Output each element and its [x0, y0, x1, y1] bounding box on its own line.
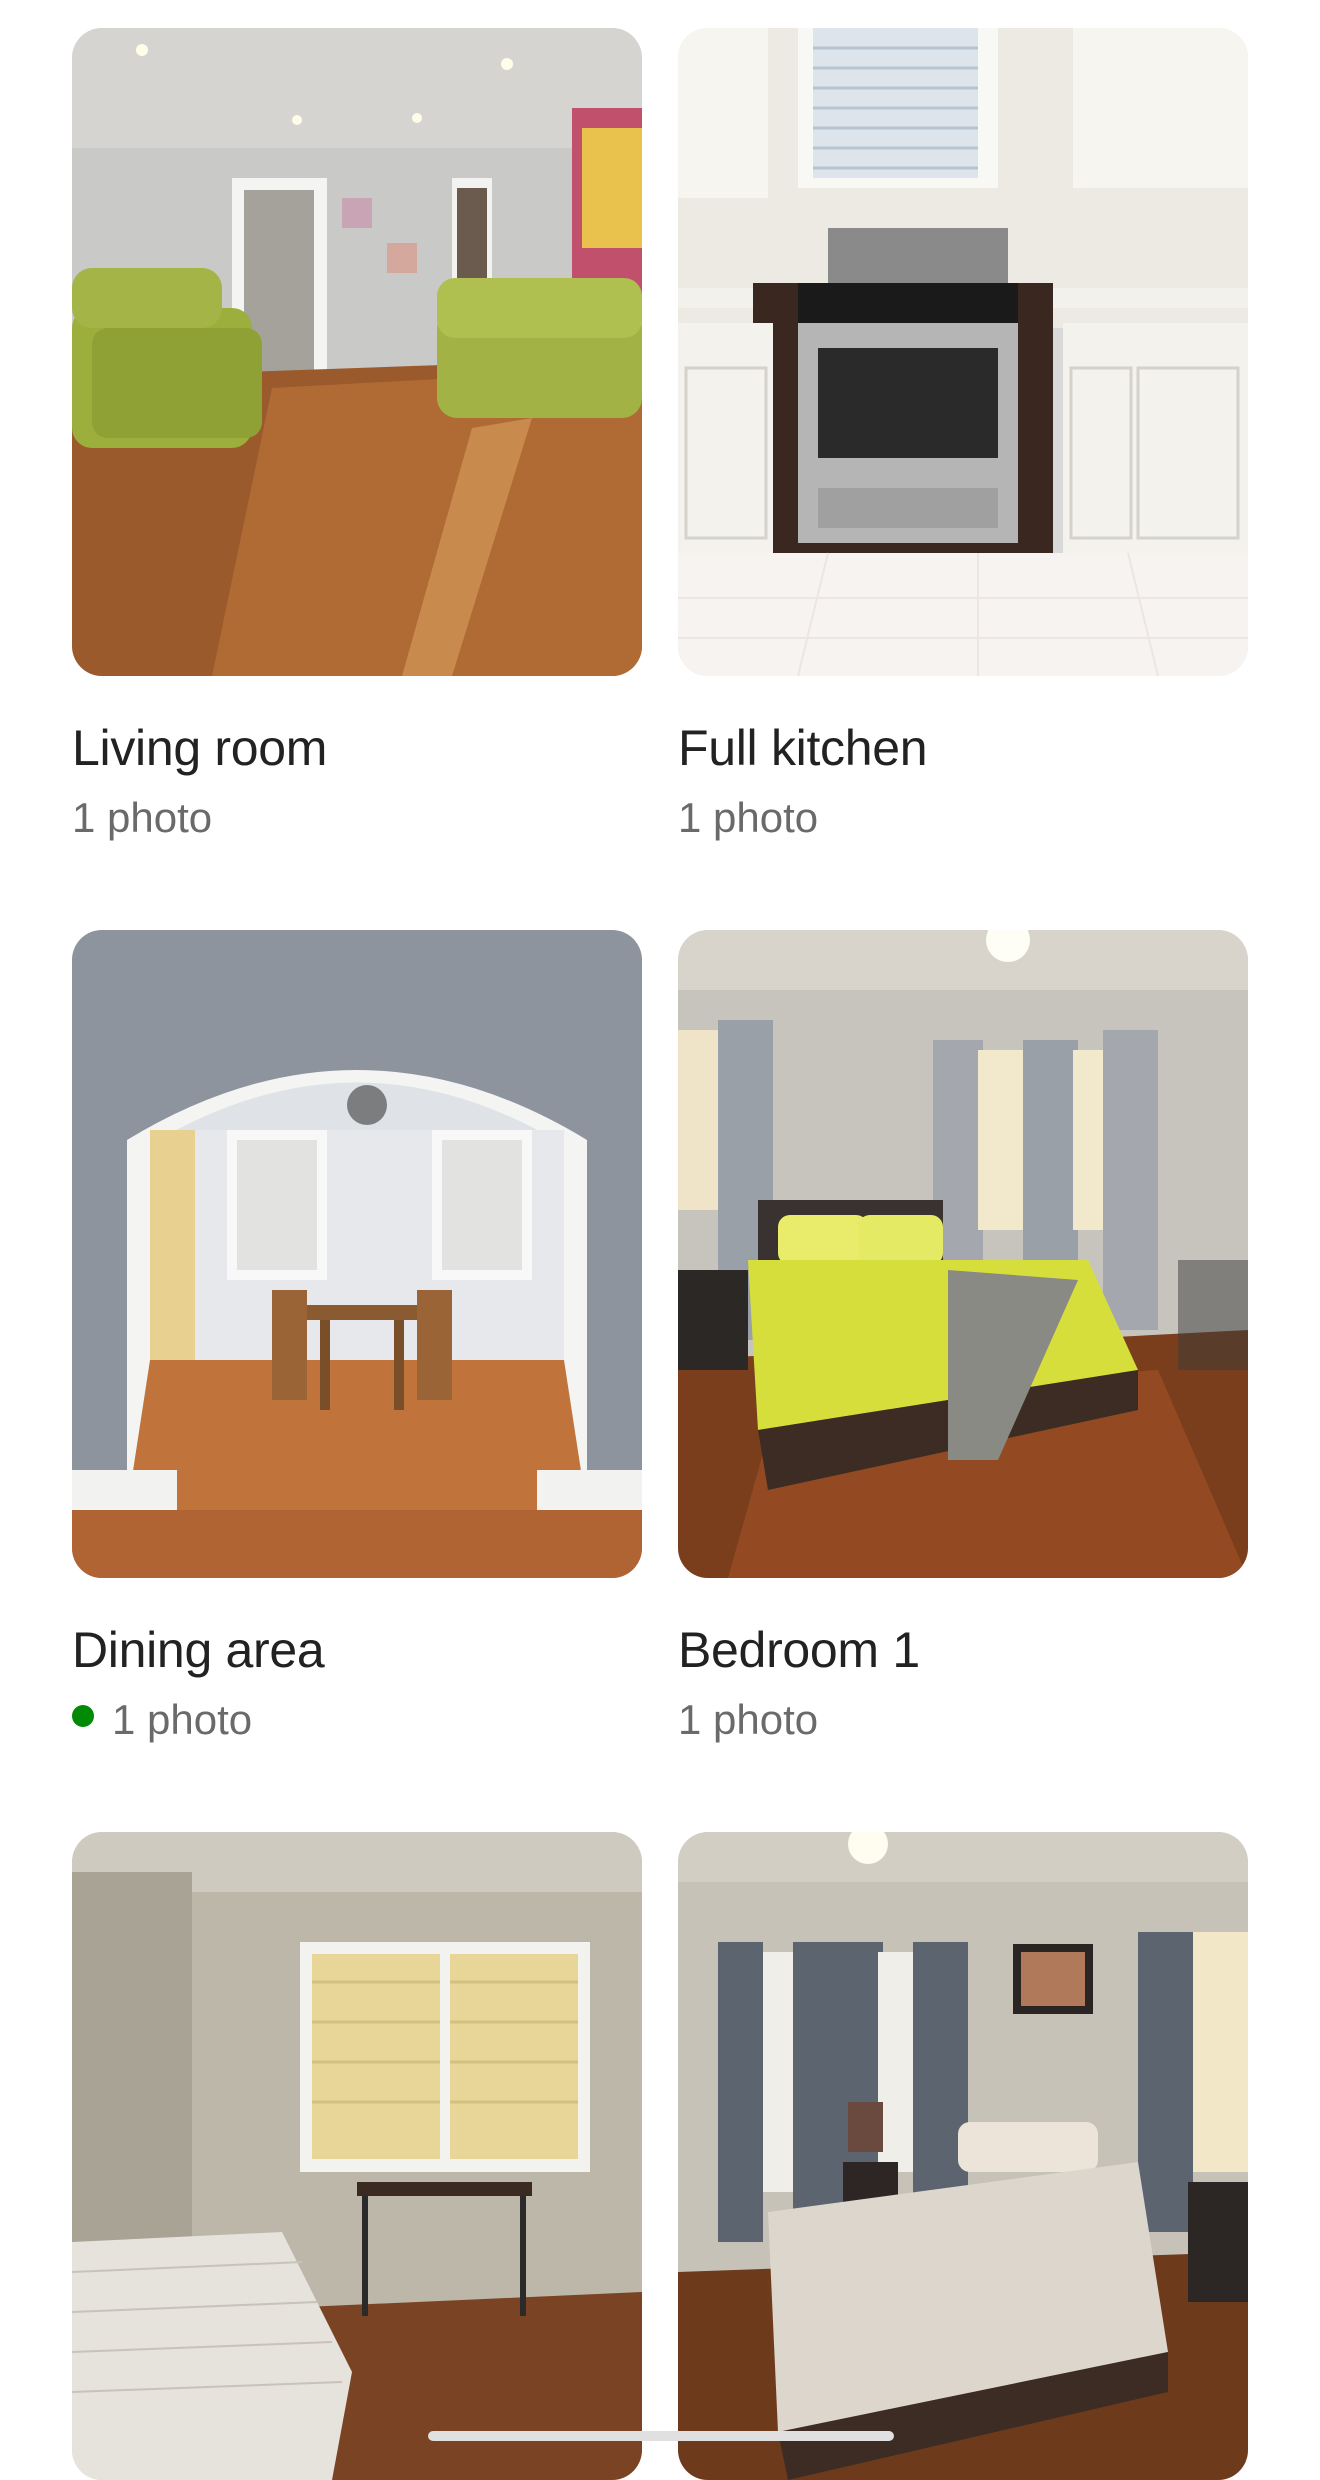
room-card-full-kitchen[interactable]: Full kitchen 1 photo	[678, 28, 1248, 930]
dining-area-photo[interactable]	[72, 930, 642, 1578]
bedroom-1-photo[interactable]	[678, 930, 1248, 1578]
room-title: Dining area	[72, 1622, 325, 1678]
room-card-living-room[interactable]: Living room 1 photo	[72, 28, 642, 930]
room-photo-count: 1 photo	[678, 1694, 1248, 1746]
room-title: Living room	[72, 720, 328, 776]
room-photo-grid: Living room 1 photo Full kitchen 1 photo…	[72, 28, 1248, 2480]
new-indicator-dot	[72, 1705, 94, 1727]
living-room-photo[interactable]	[72, 28, 642, 676]
room-photo-count-text: 1 photo	[678, 1696, 819, 1743]
room-title: Full kitchen	[678, 720, 928, 776]
home-indicator-bar[interactable]	[428, 2431, 894, 2441]
room-title: Bedroom 1	[678, 1622, 920, 1678]
room-photo-count: 1 photo	[72, 792, 642, 844]
room-photo-count: 1 photo	[72, 1694, 642, 1746]
bedroom-2-photo[interactable]	[72, 1832, 642, 2480]
kitchen-photo[interactable]	[678, 28, 1248, 676]
room-card-bedroom-2[interactable]	[72, 1832, 642, 2480]
room-photo-count-text: 1 photo	[112, 1696, 253, 1743]
room-photo-count-text: 1 photo	[72, 794, 213, 841]
room-card-bedroom-3[interactable]	[678, 1832, 1248, 2480]
room-photo-count-text: 1 photo	[678, 794, 819, 841]
bedroom-3-photo[interactable]	[678, 1832, 1248, 2480]
room-card-dining-area[interactable]: Dining area 1 photo	[72, 930, 642, 1832]
room-card-bedroom-1[interactable]: Bedroom 1 1 photo	[678, 930, 1248, 1832]
room-photo-count: 1 photo	[678, 792, 1248, 844]
